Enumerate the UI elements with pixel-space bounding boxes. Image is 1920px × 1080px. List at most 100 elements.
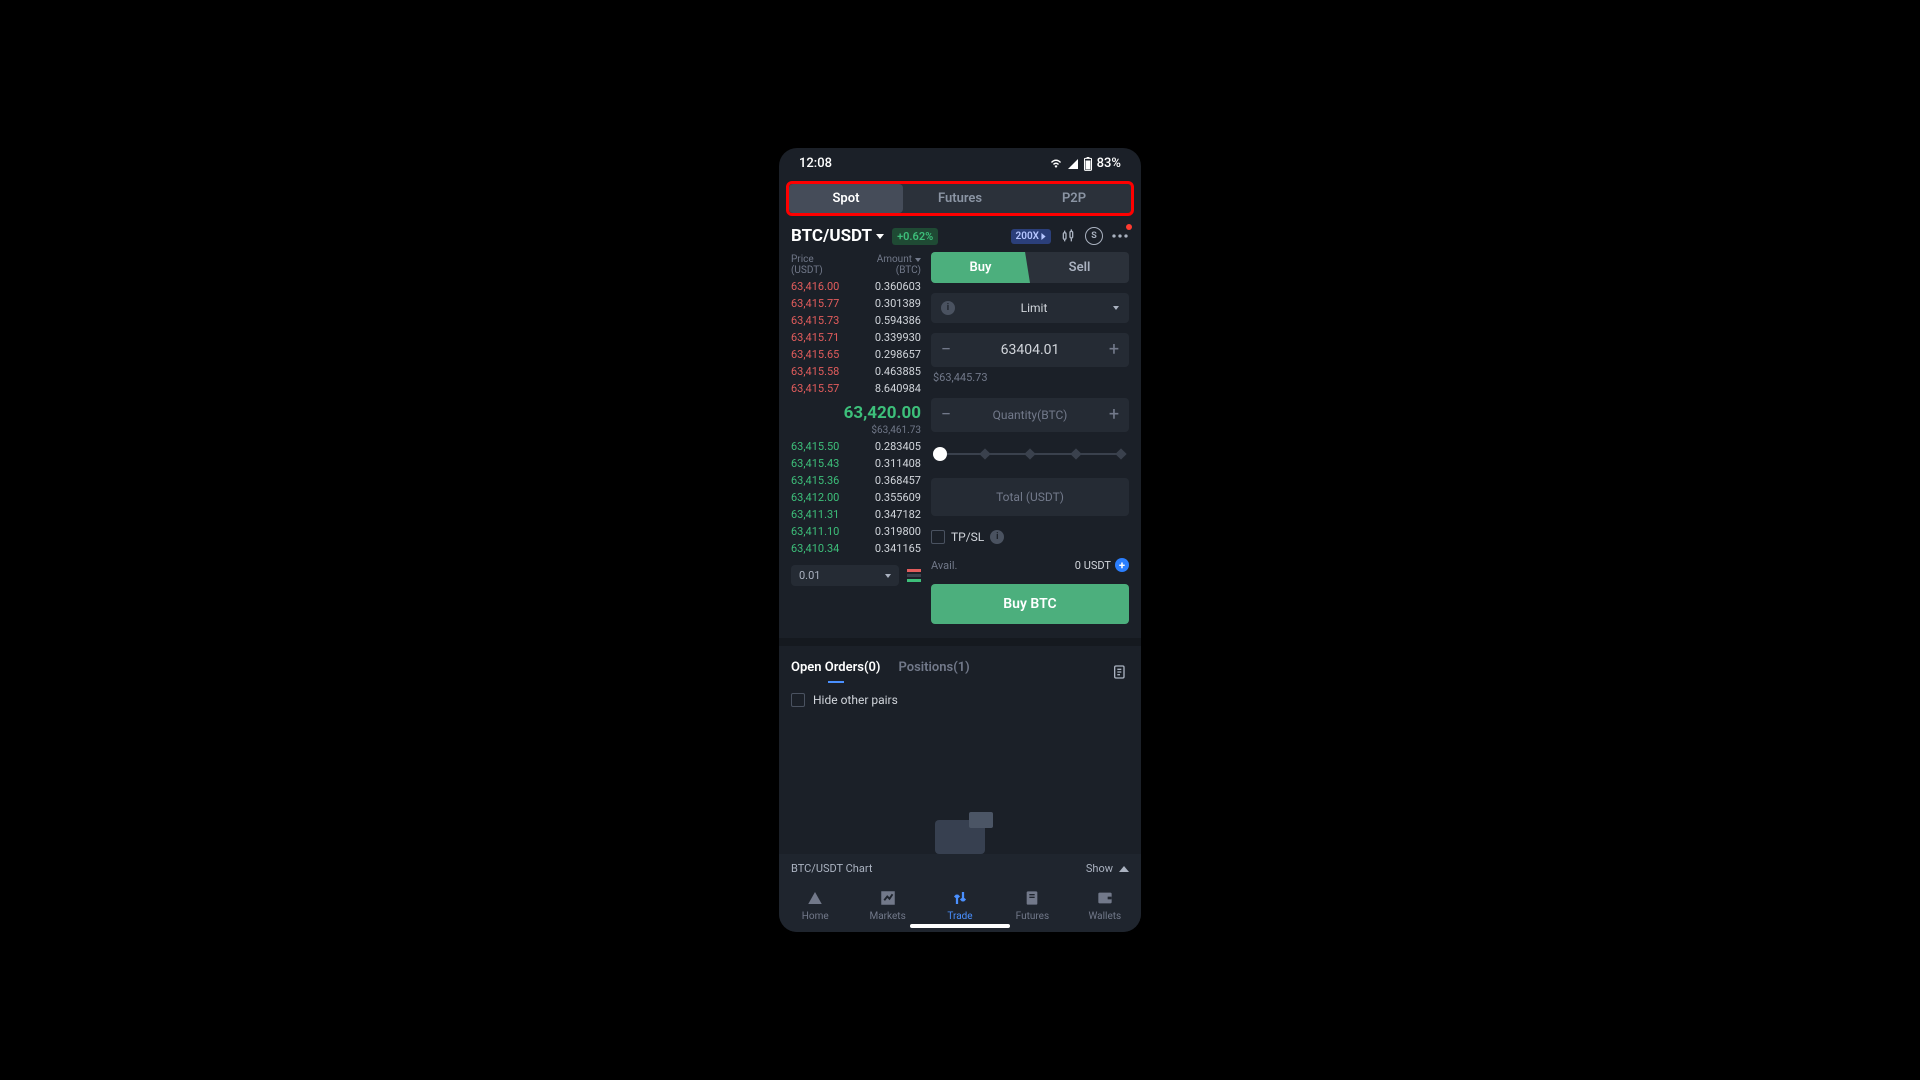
row-price: 63,415.77 <box>791 297 839 310</box>
nav-markets-label: Markets <box>869 911 905 922</box>
orderbook-row[interactable]: 63,415.360.368457 <box>791 472 921 489</box>
decrement-button[interactable]: − <box>931 398 961 432</box>
pair-selector[interactable]: BTC/USDT <box>791 226 884 246</box>
hide-checkbox[interactable] <box>791 693 805 707</box>
row-price: 63,411.31 <box>791 508 839 521</box>
futures-icon <box>1022 889 1042 907</box>
row-amount: 8.640984 <box>875 382 921 395</box>
depth-selector[interactable]: 0.01 <box>791 565 899 586</box>
price-input[interactable]: − 63404.01 + <box>931 333 1129 367</box>
increment-button[interactable]: + <box>1099 333 1129 367</box>
buy-sell-toggle: Buy Sell <box>931 252 1129 283</box>
history-icon[interactable] <box>1111 663 1129 681</box>
orderbook-row[interactable]: 63,411.10 0.319800 <box>791 523 921 540</box>
chart-label: BTC/USDT Chart <box>791 862 872 875</box>
tab-open-orders[interactable]: Open Orders(0) <box>791 660 880 683</box>
markets-icon <box>878 889 898 907</box>
orderbook-layout-toggle[interactable] <box>907 569 921 583</box>
hide-other-pairs[interactable]: Hide other pairs <box>779 683 1141 717</box>
row-amount: 0.339930 <box>875 331 921 344</box>
row-amount: 0.355609 <box>875 491 921 504</box>
nav-futures-label: Futures <box>1016 911 1049 922</box>
percentage-slider[interactable] <box>935 444 1125 464</box>
nav-wallets-label: Wallets <box>1088 911 1121 922</box>
pair-name-label: BTC/USDT <box>791 226 872 246</box>
bids-list: 63,415.500.28340563,415.430.31140863,415… <box>791 438 921 557</box>
row-amount: 0.347182 <box>875 508 921 521</box>
top-tab-futures[interactable]: Futures <box>903 184 1017 213</box>
orderbook-row[interactable]: 63,415.770.301389 <box>791 295 921 312</box>
hide-label: Hide other pairs <box>813 693 898 707</box>
statusbar: 12:08 83% <box>779 148 1141 175</box>
order-type-selector[interactable]: i Limit <box>931 293 1129 323</box>
buy-button[interactable]: Buy BTC <box>931 584 1129 624</box>
nav-futures[interactable]: Futures <box>996 889 1068 922</box>
chart-toggle-bar[interactable]: BTC/USDT Chart Show <box>779 854 1141 883</box>
info-icon: i <box>941 301 955 315</box>
nav-wallets[interactable]: Wallets <box>1069 889 1141 922</box>
orderbook-row[interactable]: 63,415.580.463885 <box>791 363 921 380</box>
decrement-button[interactable]: − <box>931 333 961 367</box>
available-row: Avail. 0 USDT + <box>931 558 1129 572</box>
tpsl-checkbox[interactable] <box>931 530 945 544</box>
nav-markets[interactable]: Markets <box>851 889 923 922</box>
orderbook-mid: 63,420.00 $63,461.73 <box>791 397 921 438</box>
trade-icon <box>950 889 970 907</box>
header-price-unit: (USDT) <box>791 265 823 276</box>
chevron-up-icon <box>1119 866 1129 872</box>
chevron-down-icon <box>876 234 884 239</box>
currency-icon[interactable]: S <box>1085 227 1103 245</box>
orderbook-row[interactable]: 63,411.31 0.347182 <box>791 506 921 523</box>
signal-icon <box>1067 158 1079 170</box>
tab-positions[interactable]: Positions(1) <box>898 660 969 683</box>
pair-row: BTC/USDT +0.62% 200X S <box>779 216 1141 252</box>
candles-icon[interactable] <box>1059 227 1077 245</box>
leverage-badge[interactable]: 200X <box>1011 229 1051 244</box>
asks-list: 63,416.000.36060363,415.770.30138963,415… <box>791 278 921 397</box>
orderbook-header: Price (USDT) Amount (BTC) <box>791 252 921 278</box>
chart-toggle-label: Show <box>1086 862 1113 875</box>
sell-tab[interactable]: Sell <box>1030 252 1129 283</box>
avail-label: Avail. <box>931 559 957 572</box>
avail-value: 0 USDT <box>1075 559 1111 572</box>
orderbook-row[interactable]: 63,415.430.311408 <box>791 455 921 472</box>
row-price: 63,415.43 <box>791 457 839 470</box>
more-icon[interactable] <box>1111 227 1129 245</box>
buy-tab[interactable]: Buy <box>931 252 1030 283</box>
nav-home[interactable]: Home <box>779 889 851 922</box>
orderbook-row[interactable]: 63,415.578.640984 <box>791 380 921 397</box>
statusbar-time: 12:08 <box>799 156 832 171</box>
orderbook-row[interactable]: 63,412.000.355609 <box>791 489 921 506</box>
orderbook-row[interactable]: 63,415.500.283405 <box>791 438 921 455</box>
nav-home-label: Home <box>802 911 829 922</box>
row-price: 63,416.00 <box>791 280 839 293</box>
last-price: 63,420.00 <box>791 403 921 423</box>
top-tabs: Spot Futures P2P <box>786 181 1134 216</box>
empty-state <box>779 717 1141 854</box>
nav-trade[interactable]: Trade <box>924 889 996 922</box>
slider-thumb[interactable] <box>933 447 947 461</box>
wifi-icon <box>1049 158 1063 170</box>
pair-change: +0.62% <box>892 228 938 245</box>
top-tab-p2p[interactable]: P2P <box>1017 184 1131 213</box>
chevron-down-icon <box>1113 306 1119 310</box>
increment-button[interactable]: + <box>1099 398 1129 432</box>
row-amount: 0.319800 <box>875 525 921 538</box>
orderbook-row[interactable]: 63,416.000.360603 <box>791 278 921 295</box>
orderbook-row[interactable]: 63,415.730.594386 <box>791 312 921 329</box>
tpsl-row[interactable]: TP/SL i <box>931 530 1129 544</box>
top-tab-spot[interactable]: Spot <box>789 184 903 213</box>
header-price: Price <box>791 254 823 265</box>
quantity-input[interactable]: − Quantity(BTC) + <box>931 398 1129 432</box>
amount-header[interactable]: Amount (BTC) <box>877 254 921 276</box>
orderbook-row[interactable]: 63,415.650.298657 <box>791 346 921 363</box>
row-price: 63,411.10 <box>791 525 839 538</box>
battery-icon <box>1083 157 1093 171</box>
orderbook-row[interactable]: 63,415.710.339930 <box>791 329 921 346</box>
orderbook-row[interactable]: 63,410.340.341165 <box>791 540 921 557</box>
deposit-icon[interactable]: + <box>1115 558 1129 572</box>
fiat-price: $63,461.73 <box>791 425 921 436</box>
total-input[interactable]: Total (USDT) <box>931 478 1129 516</box>
info-icon: i <box>990 530 1004 544</box>
row-amount: 0.341165 <box>875 542 921 555</box>
